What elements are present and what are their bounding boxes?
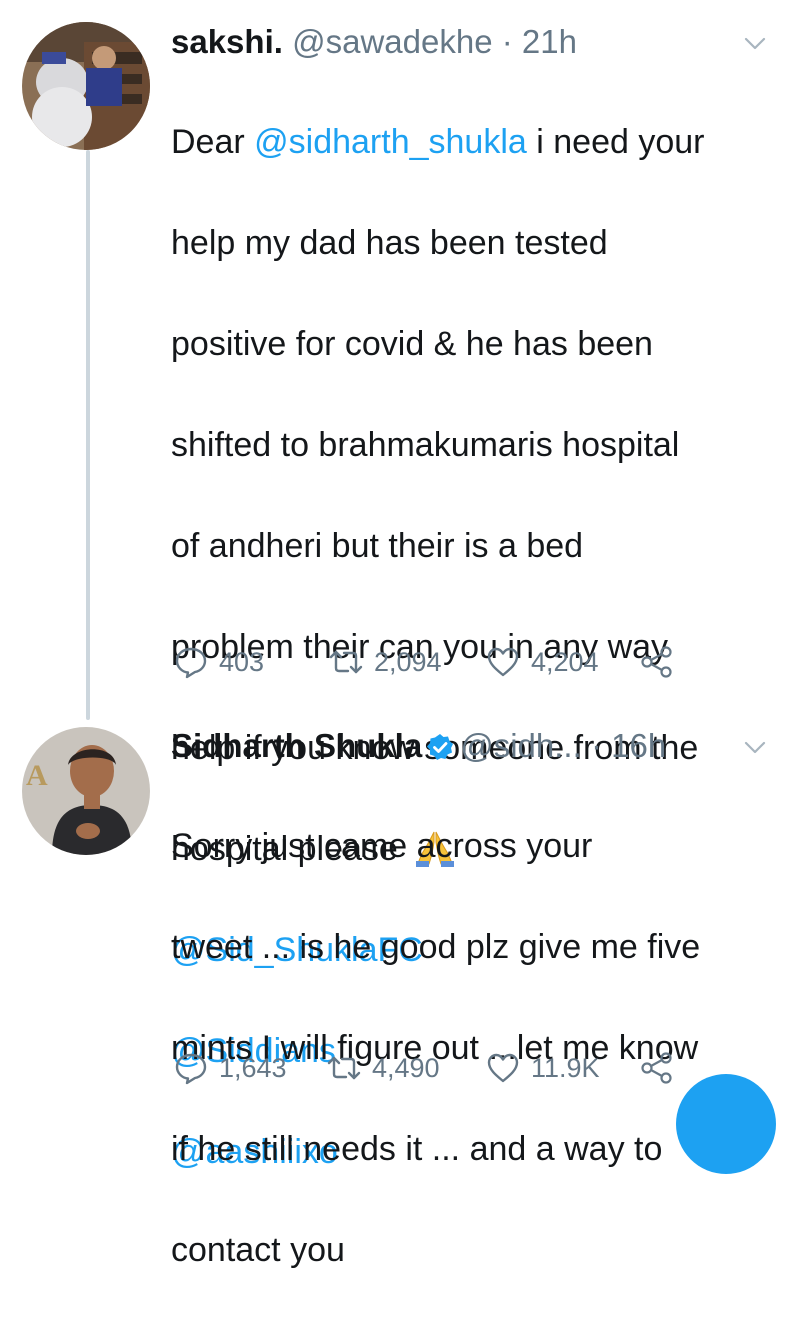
tweet-line: contact you xyxy=(171,1230,345,1269)
author-name[interactable]: Sidharth Shukla xyxy=(171,727,422,764)
like-button[interactable]: 4,204 xyxy=(485,642,599,682)
retweet-count: 2,094 xyxy=(374,646,442,677)
share-nodes-icon[interactable] xyxy=(640,1051,674,1085)
text-segment: Dear xyxy=(171,122,255,161)
timestamp[interactable]: 21h xyxy=(522,23,577,60)
chevron-down-icon[interactable] xyxy=(744,736,766,758)
author-handle[interactable]: @sidh... xyxy=(460,727,582,764)
thread-connector-line xyxy=(86,150,90,720)
author-name[interactable]: sakshi. xyxy=(171,23,283,60)
tweet-line: help my dad has been tested xyxy=(171,223,608,262)
retweet-count: 4,490 xyxy=(372,1052,440,1083)
avatar-sakshi[interactable] xyxy=(22,22,150,150)
tweet-line: shifted to brahmakumaris hospital xyxy=(171,425,680,464)
reply-count: 1,643 xyxy=(219,1052,287,1083)
heart-outline-icon xyxy=(487,647,519,677)
author-handle[interactable]: @sawadekhe xyxy=(292,23,492,60)
separator-dot: · xyxy=(590,727,602,764)
like-button[interactable]: 11.9K xyxy=(485,1048,600,1088)
share-nodes-icon[interactable] xyxy=(640,645,674,679)
verified-badge-icon xyxy=(427,734,454,760)
retweet-button[interactable]: 2,094 xyxy=(328,642,442,682)
separator-dot: · xyxy=(501,23,513,60)
reply-button[interactable]: 1,643 xyxy=(173,1048,287,1088)
tweet-actions: 403 2,094 4,204 xyxy=(0,642,800,682)
tweet-line: Sorry just came across your xyxy=(171,826,593,865)
tweet-line: of andheri but their is a bed xyxy=(171,526,584,565)
compose-fab-button[interactable] xyxy=(676,1074,776,1174)
avatar-sidharth-shukla[interactable]: A xyxy=(22,727,150,855)
tweet-header: sakshi. @sawadekhe · 21h xyxy=(171,18,776,66)
reply-button[interactable]: 403 xyxy=(173,642,264,682)
retweet-button[interactable]: 4,490 xyxy=(326,1048,440,1088)
speech-bubble-icon xyxy=(175,647,207,679)
timestamp[interactable]: 16h xyxy=(611,727,666,764)
speech-bubble-icon xyxy=(175,1053,207,1085)
chevron-down-icon[interactable] xyxy=(744,32,766,54)
mention-link[interactable]: @sidharth_shukla xyxy=(254,123,527,161)
svg-text:A: A xyxy=(26,759,48,792)
tweet-actions: 1,643 4,490 11.9K xyxy=(0,1048,800,1088)
tweet-line: positive for covid & he has been xyxy=(171,324,653,363)
tweet-line: Dear @sidharth_shukla i need your xyxy=(171,117,776,168)
text-segment: i need your xyxy=(526,122,705,161)
like-count: 11.9K xyxy=(531,1052,600,1083)
like-count: 4,204 xyxy=(531,646,599,677)
tweet-sidharth-shukla[interactable]: Sidharth Shukla @sidh... · 16h Sorry jus… xyxy=(171,722,776,1326)
tweet-line: tweet ... is he good plz give me five xyxy=(171,927,701,966)
tweet-header: Sidharth Shukla @sidh... · 16h xyxy=(171,722,776,770)
reply-count: 403 xyxy=(219,646,265,677)
retweet-arrows-icon xyxy=(329,650,363,674)
retweet-arrows-icon xyxy=(327,1056,361,1080)
heart-outline-icon xyxy=(487,1053,519,1083)
